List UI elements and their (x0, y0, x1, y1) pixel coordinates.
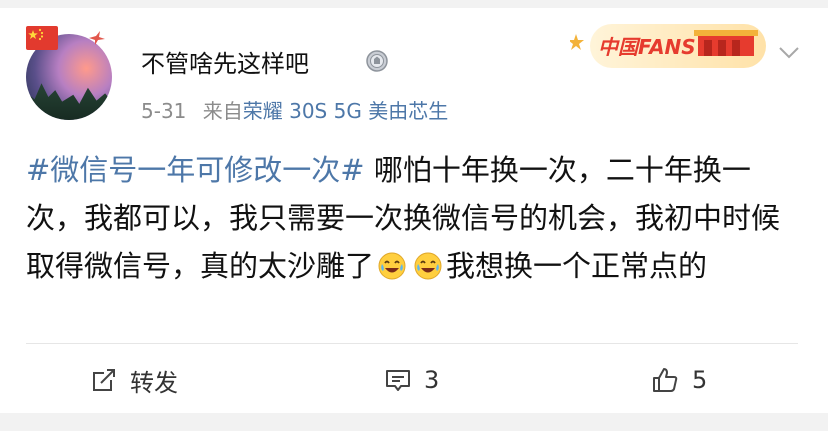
like-count: 5 (692, 366, 708, 394)
divider (26, 343, 798, 344)
chevron-down-icon[interactable] (778, 46, 800, 60)
repost-button[interactable]: 转发 (90, 360, 178, 400)
top-separator (0, 0, 828, 8)
like-button[interactable]: 5 (650, 360, 707, 400)
username[interactable]: 不管啥先这样吧 (141, 44, 309, 79)
laugh-cry-emoji-icon (378, 252, 406, 280)
device-link[interactable]: 荣耀 30S 5G 美由芯生 (243, 99, 448, 123)
thumbs-up-icon (653, 368, 678, 392)
badge-label: 中国FANS (598, 35, 696, 59)
bottom-separator (0, 413, 828, 431)
comment-count: 3 (424, 366, 440, 394)
source-prefix: 来自 (202, 99, 243, 123)
dove-icon (89, 31, 105, 45)
comment-icon (386, 370, 410, 391)
comment-button[interactable]: 3 (384, 360, 439, 400)
post-content: #微信号一年可修改一次# 哪怕十年换一次，二十年换一次，我都可以，我只需要一次换… (26, 146, 806, 290)
repost-icon (93, 369, 115, 391)
post-meta: 5-31 来自荣耀 30S 5G 美由芯生 (141, 95, 448, 124)
post-date: 5-31 (141, 99, 187, 123)
china-fans-badge[interactable]: 中国FANS (570, 16, 770, 76)
medal-icon (366, 50, 388, 72)
topic-link[interactable]: #微信号一年可修改一次# (26, 153, 365, 187)
repost-label: 转发 (130, 368, 178, 397)
china-flag-icon (26, 26, 58, 50)
post-text-2: 我想换一个正常点的 (446, 249, 708, 283)
laugh-cry-emoji-icon (414, 252, 442, 280)
avatar-trees (26, 83, 112, 120)
